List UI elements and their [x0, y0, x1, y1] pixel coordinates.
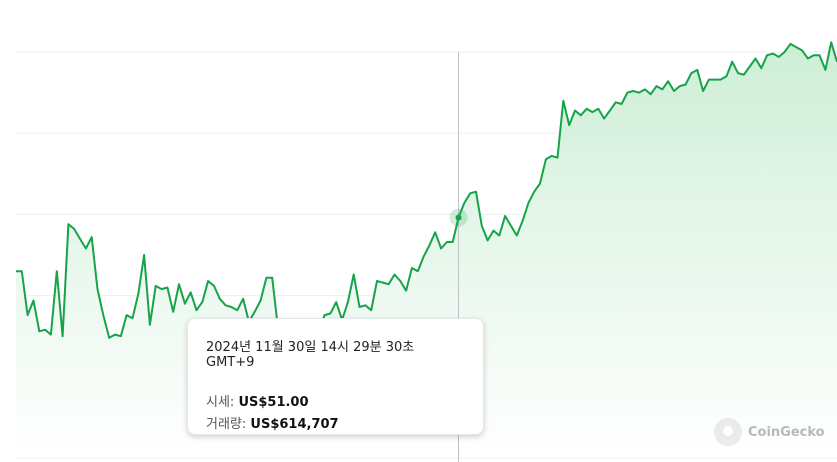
tooltip-volume-label: 거래량: [206, 417, 251, 432]
hover-marker [449, 208, 468, 227]
tooltip-price-value: US$51.00 [238, 395, 309, 410]
gecko-logo-icon [714, 418, 742, 446]
tooltip-volume-row: 거래량: US$614,707 [206, 414, 465, 436]
watermark-text: CoinGecko [748, 424, 825, 440]
coingecko-watermark: CoinGecko [714, 418, 825, 446]
hover-point [455, 214, 462, 221]
tooltip-price-row: 시세: US$51.00 [206, 392, 465, 414]
price-tooltip: 2024년 11월 30일 14시 29분 30초 GMT+9 시세: US$5… [187, 318, 484, 435]
tooltip-volume-value: US$614,707 [250, 417, 339, 432]
tooltip-price-label: 시세: [206, 395, 239, 410]
tooltip-timestamp: 2024년 11월 30일 14시 29분 30초 GMT+9 [206, 340, 415, 370]
